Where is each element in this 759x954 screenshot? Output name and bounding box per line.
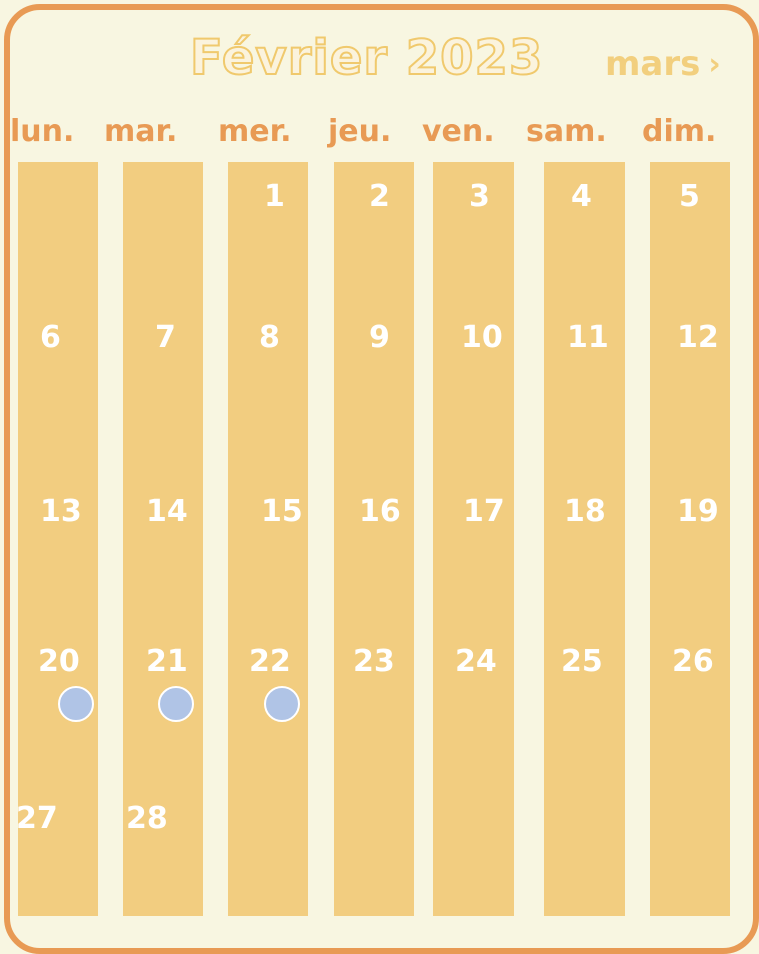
day-cell[interactable]: 19 <box>677 497 719 527</box>
day-cell[interactable]: 12 <box>677 323 719 353</box>
event-marker-dot[interactable] <box>158 686 194 722</box>
day-cell[interactable]: 21 <box>146 647 188 677</box>
weekday-fri: ven. <box>422 114 495 149</box>
weekday-wed: mer. <box>218 114 292 149</box>
day-cell[interactable]: 27 <box>16 804 58 834</box>
day-column-sat <box>544 162 625 916</box>
day-cell[interactable]: 10 <box>461 323 503 353</box>
weekday-sun: dim. <box>642 114 717 149</box>
day-cell[interactable]: 25 <box>561 647 603 677</box>
day-cell[interactable]: 2 <box>369 182 390 212</box>
day-cell[interactable]: 1 <box>264 182 285 212</box>
day-column-fri <box>433 162 514 916</box>
month-title: Février 2023 <box>189 29 544 87</box>
day-cell[interactable]: 23 <box>353 647 395 677</box>
day-cell[interactable]: 8 <box>259 323 280 353</box>
day-cell[interactable]: 13 <box>40 497 82 527</box>
day-cell[interactable]: 14 <box>146 497 188 527</box>
day-cell[interactable]: 4 <box>571 182 592 212</box>
day-cell[interactable]: 15 <box>261 497 303 527</box>
day-column-thu <box>334 162 414 916</box>
day-cell[interactable]: 22 <box>249 647 291 677</box>
day-cell[interactable]: 7 <box>155 323 176 353</box>
day-cell[interactable]: 3 <box>469 182 490 212</box>
weekday-tue: mar. <box>104 114 178 149</box>
day-cell[interactable]: 26 <box>672 647 714 677</box>
day-cell[interactable]: 28 <box>126 804 168 834</box>
day-cell[interactable]: 17 <box>463 497 505 527</box>
weekday-sat: sam. <box>526 114 607 149</box>
chevron-right-icon: › <box>708 46 721 82</box>
event-marker-dot[interactable] <box>264 686 300 722</box>
day-column-wed <box>228 162 308 916</box>
event-marker-dot[interactable] <box>58 686 94 722</box>
day-cell[interactable]: 24 <box>455 647 497 677</box>
day-cell[interactable]: 20 <box>38 647 80 677</box>
day-cell[interactable]: 5 <box>679 182 700 212</box>
weekday-thu: jeu. <box>328 114 392 149</box>
day-cell[interactable]: 16 <box>359 497 401 527</box>
weekday-mon: lun. <box>10 114 75 149</box>
day-cell[interactable]: 11 <box>567 323 609 353</box>
next-month-button[interactable]: mars › <box>605 44 721 84</box>
day-cell[interactable]: 6 <box>40 323 61 353</box>
day-cell[interactable]: 18 <box>564 497 606 527</box>
day-column-sun <box>650 162 730 916</box>
next-month-label: mars <box>605 44 701 84</box>
day-cell[interactable]: 9 <box>369 323 390 353</box>
